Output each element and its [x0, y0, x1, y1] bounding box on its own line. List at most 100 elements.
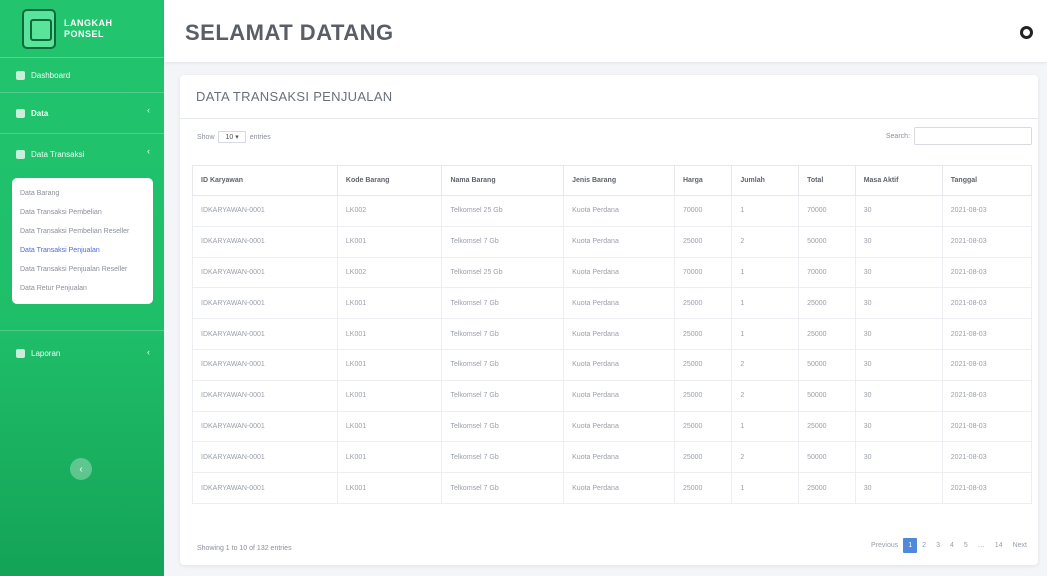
submenu-item-transaksi-penjualan-reseller[interactable]: Data Transaksi Penjualan Reseller — [12, 260, 153, 279]
entries-label: entries — [249, 134, 271, 141]
sidebar-item-label: Data Transaksi — [31, 149, 85, 159]
column-header[interactable]: ID Karyawan — [192, 165, 338, 196]
chevron-left-icon: ‹ — [147, 105, 150, 115]
submenu-item-retur-penjualan[interactable]: Data Retur Penjualan — [12, 279, 153, 298]
page-link[interactable]: 3 — [931, 538, 945, 553]
table-cell: 30 — [854, 348, 943, 381]
table-cell: 30 — [854, 379, 943, 412]
table-cell: 25000 — [798, 287, 856, 320]
table-cell: 70000 — [673, 256, 733, 289]
page-link[interactable]: Previous — [866, 538, 903, 553]
table-cell: Telkomsel 25 Gb — [441, 195, 565, 227]
table-cell: 25000 — [673, 348, 733, 381]
table-cell: 2 — [731, 379, 800, 412]
page-link[interactable]: Next — [1008, 538, 1032, 553]
brand[interactable]: LANGKAH PONSEL — [0, 0, 164, 58]
table-cell: IDKARYAWAN-0001 — [192, 195, 338, 227]
table-cell: Telkomsel 7 Gb — [441, 348, 565, 381]
table-cell: 30 — [854, 410, 943, 443]
table-cell: 1 — [731, 318, 800, 350]
page-link[interactable]: 2 — [917, 538, 931, 553]
table-cell: IDKARYAWAN-0001 — [192, 287, 338, 320]
table-cell: 2 — [731, 441, 800, 474]
table-cell: IDKARYAWAN-0001 — [192, 472, 338, 504]
table-cell: IDKARYAWAN-0001 — [192, 410, 338, 443]
sidebar-item-label: Dashboard — [31, 70, 71, 80]
table-cell: 2021-08-03 — [941, 410, 1033, 443]
user-icon[interactable] — [1020, 26, 1033, 39]
submenu-item-transaksi-pembelian-reseller[interactable]: Data Transaksi Pembelian Reseller — [12, 222, 153, 241]
sidebar-item-laporan[interactable]: Laporan ‹ — [0, 331, 164, 375]
table-cell: 2021-08-03 — [941, 348, 1033, 381]
table-cell: 50000 — [798, 225, 856, 258]
table-cell: LK002 — [336, 256, 443, 289]
table-cell: Telkomsel 7 Gb — [441, 379, 565, 412]
submenu-item-data-barang[interactable]: Data Barang — [12, 184, 153, 203]
table-cell: 70000 — [673, 195, 733, 227]
column-header[interactable]: Masa Aktif — [854, 165, 943, 196]
show-entries: Show 10 ▾ entries — [197, 131, 271, 143]
table-cell: 1 — [731, 256, 800, 289]
submenu-transaksi: Data Barang Data Transaksi Pembelian Dat… — [12, 178, 153, 304]
table-cell: LK001 — [336, 225, 443, 258]
table-cell: 2021-08-03 — [941, 287, 1033, 320]
column-header[interactable]: Harga — [673, 165, 733, 196]
table-cell: 25000 — [673, 379, 733, 412]
table-row: IDKARYAWAN-0001 LK002 Telkomsel 25 Gb Kuota… — [192, 256, 1033, 289]
table-cell: Kuota Perdana — [563, 287, 675, 320]
table-cell: 25000 — [673, 287, 733, 320]
entries-value: 10 — [225, 134, 234, 141]
sidebar-item-transaksi[interactable]: Data Transaksi ‹ — [0, 134, 164, 174]
sidebar-item-data[interactable]: Data ‹ — [0, 93, 164, 133]
column-header[interactable]: Kode Barang — [336, 165, 443, 196]
table-cell: LK001 — [336, 287, 443, 320]
table-cell: 50000 — [798, 348, 856, 381]
table-cell: 25000 — [673, 441, 733, 474]
table-cell: LK001 — [336, 441, 443, 474]
table-cell: Kuota Perdana — [563, 225, 675, 258]
column-header[interactable]: Total — [798, 165, 856, 196]
table-cell: 30 — [854, 225, 943, 258]
table-cell: 1 — [731, 287, 800, 320]
chevron-left-icon: ‹ — [79, 463, 83, 475]
table-cell: Telkomsel 25 Gb — [441, 256, 565, 289]
table-cell: Kuota Perdana — [563, 256, 675, 289]
sidebar-item-dashboard[interactable]: Dashboard — [0, 58, 164, 92]
table-cell: 2 — [731, 225, 800, 258]
table-cell: LK001 — [336, 472, 443, 504]
sidebar-toggle-button[interactable]: ‹ — [70, 458, 92, 480]
submenu-item-transaksi-penjualan[interactable]: Data Transaksi Penjualan — [12, 241, 153, 260]
table-row: IDKARYAWAN-0001 LK001 Telkomsel 7 Gb Kuota … — [192, 441, 1033, 474]
table-cell: 25000 — [673, 472, 733, 504]
column-header[interactable]: Tanggal — [941, 165, 1033, 196]
submenu-item-transaksi-pembelian[interactable]: Data Transaksi Pembelian — [12, 203, 153, 222]
table-cell: LK001 — [336, 318, 443, 350]
table-row: IDKARYAWAN-0001 LK001 Telkomsel 7 Gb Kuota … — [192, 318, 1033, 350]
table-row: IDKARYAWAN-0001 LK001 Telkomsel 7 Gb Kuota … — [192, 225, 1033, 258]
entries-info: Showing 1 to 10 of 132 entries — [197, 545, 292, 552]
column-header[interactable]: Jenis Barang — [563, 165, 675, 196]
page-link[interactable]: … — [973, 538, 990, 553]
chevron-left-icon: ‹ — [147, 347, 150, 357]
table-cell: 30 — [854, 195, 943, 227]
table-cell: 70000 — [798, 256, 856, 289]
column-header[interactable]: Jumlah — [731, 165, 800, 196]
page-link[interactable]: 5 — [959, 538, 973, 553]
table-cell: 70000 — [798, 195, 856, 227]
topbar: SELAMAT DATANG — [164, 0, 1047, 62]
table-cell: IDKARYAWAN-0001 — [192, 441, 338, 474]
page-link[interactable]: 14 — [990, 538, 1008, 553]
brand-line2: PONSEL — [64, 28, 105, 39]
search: Search: — [886, 127, 1032, 145]
page-link[interactable]: 1 — [903, 538, 918, 553]
table-cell: 2021-08-03 — [941, 195, 1033, 227]
sidebar-item-label: Laporan — [31, 348, 61, 358]
table-cell: Telkomsel 7 Gb — [441, 318, 565, 350]
entries-select[interactable]: 10 ▾ — [218, 131, 246, 143]
column-header[interactable]: Nama Barang — [441, 165, 565, 196]
search-label: Search: — [885, 132, 910, 140]
table-cell: IDKARYAWAN-0001 — [192, 318, 338, 350]
table-cell: IDKARYAWAN-0001 — [192, 379, 338, 412]
search-input[interactable] — [914, 127, 1032, 145]
page-link[interactable]: 4 — [945, 538, 959, 553]
